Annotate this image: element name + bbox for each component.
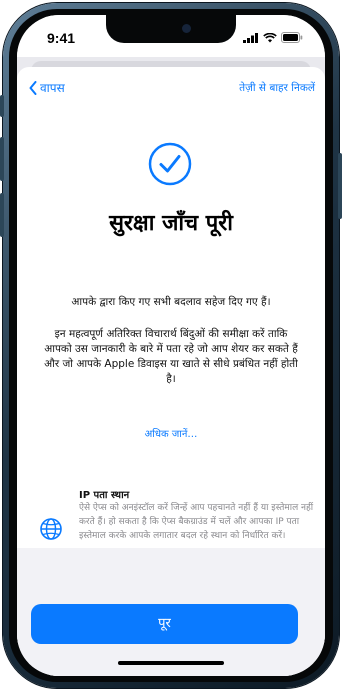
- status-time: 9:41: [47, 30, 76, 46]
- side-button-silent: [0, 95, 4, 117]
- front-camera: [182, 24, 191, 33]
- learn-more-link[interactable]: अधिक जानें…: [17, 426, 325, 440]
- safety-check-sheet: वापस तेज़ी से बाहर निकलें सुरक्षा जाँच प…: [17, 67, 325, 676]
- saved-message: आपके द्वारा किए गए सभी बदलाव सहेज दिए गए…: [71, 296, 271, 308]
- wifi-icon: [263, 32, 277, 42]
- notch: [106, 15, 236, 43]
- globe-icon: [40, 518, 62, 540]
- side-button-power: [338, 153, 342, 219]
- quick-exit-button[interactable]: तेज़ी से बाहर निकलें: [239, 81, 315, 95]
- screen: 9:41 वापस तेज़ी से बाहर निकलें सुरक्षा ज…: [17, 15, 325, 676]
- done-button[interactable]: पूर: [31, 604, 298, 644]
- ip-section-title: IP पता स्थान: [79, 490, 130, 501]
- side-button-volume-down: [0, 193, 4, 237]
- cellular-signal-icon: [243, 32, 258, 43]
- page-title: सुरक्षा जाँच पूरी: [109, 211, 233, 236]
- side-button-volume-up: [0, 137, 4, 181]
- ip-section-description: ऐसे ऐप्स को अनइंस्टॉल करें जिन्हें आप पह…: [79, 503, 314, 541]
- home-indicator[interactable]: [118, 661, 224, 665]
- checkmark-circle-icon: [148, 142, 192, 186]
- battery-icon: [281, 32, 303, 43]
- navigation-bar: वापस तेज़ी से बाहर निकलें: [17, 77, 325, 101]
- review-message: इन महत्वपूर्ण अतिरिक्त विचारार्थ बिंदुओं…: [44, 328, 298, 385]
- system-icons: [243, 32, 303, 43]
- back-button[interactable]: वापस: [29, 79, 65, 96]
- back-label: वापस: [40, 81, 65, 95]
- chevron-left-icon: [29, 80, 37, 95]
